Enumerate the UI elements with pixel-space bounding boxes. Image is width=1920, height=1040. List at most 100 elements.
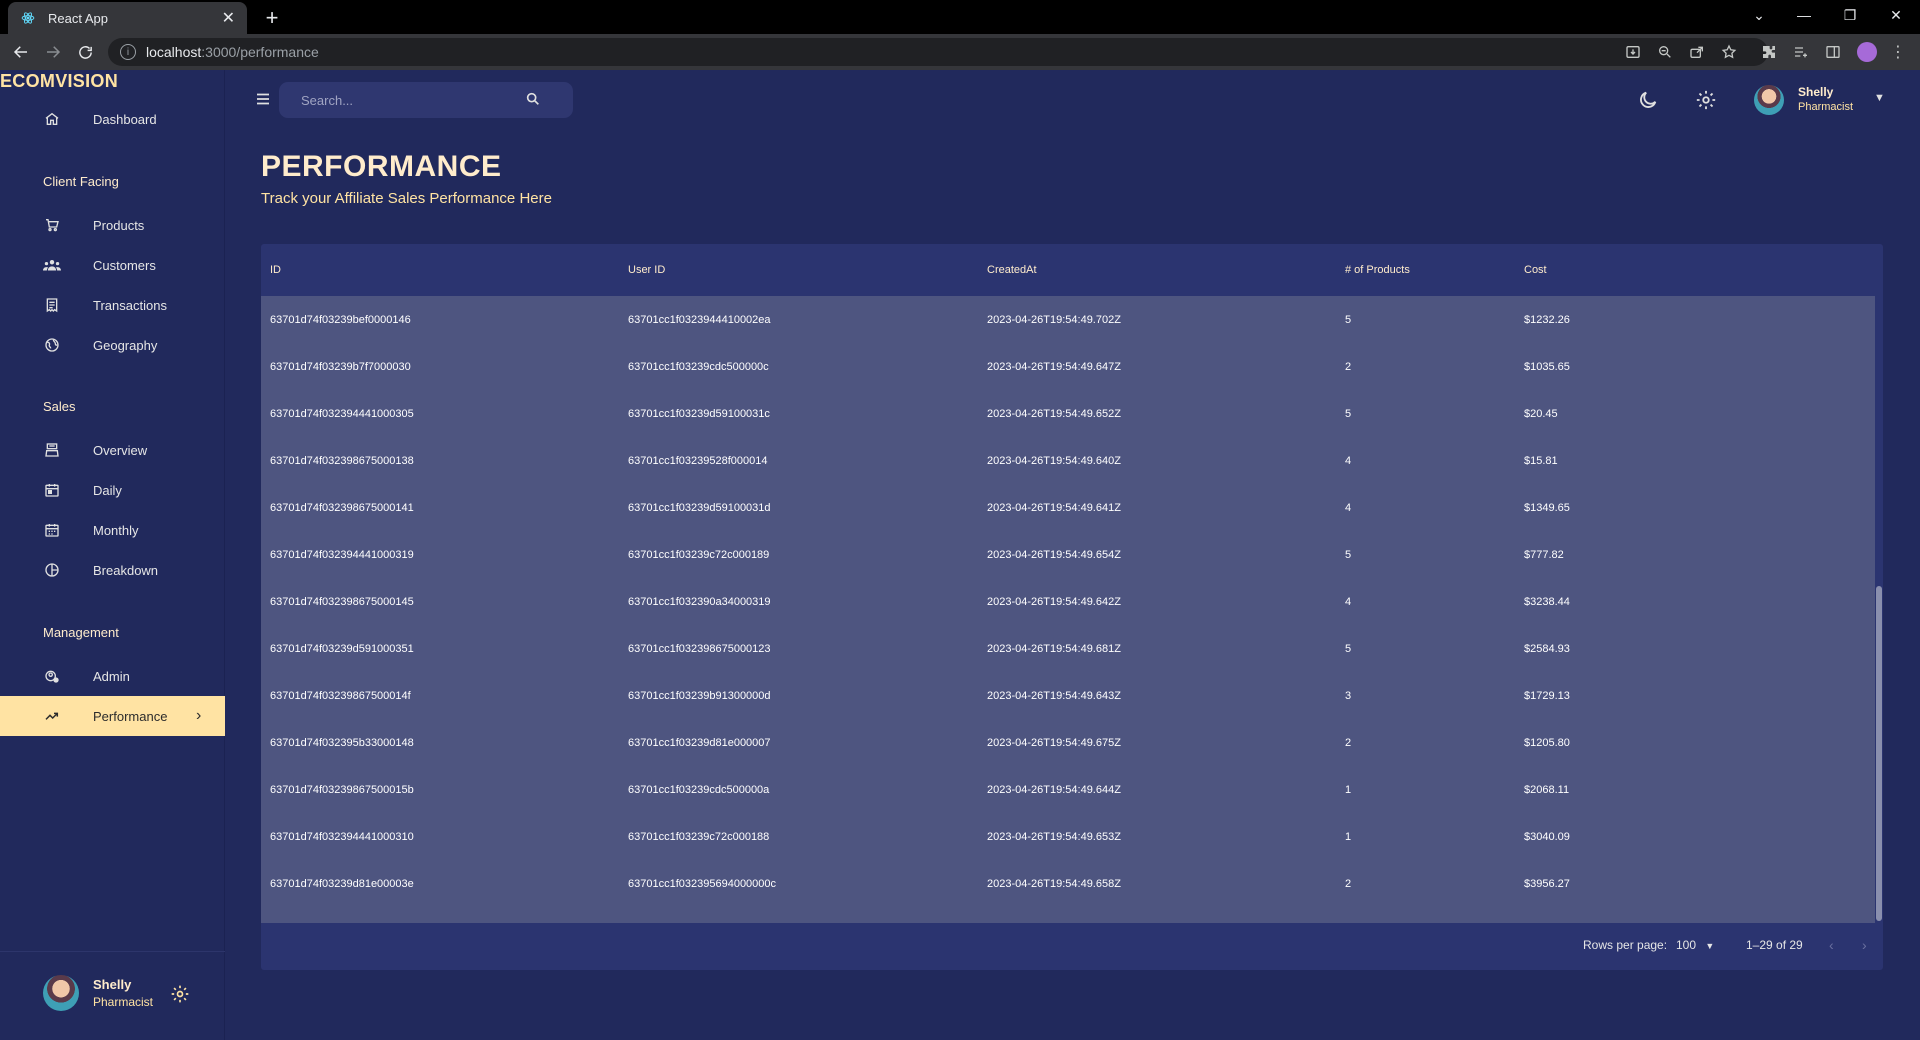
sidebar-item-daily[interactable]: Daily xyxy=(0,470,225,510)
table-row[interactable]: 63701d74f03239bef0000146 63701cc1f0323944… xyxy=(261,296,1875,343)
cell-cost: $20.45 xyxy=(1524,407,1558,420)
rows-per-page-label: Rows per page: xyxy=(1583,938,1668,952)
column-header-user-id[interactable]: User ID xyxy=(628,244,665,296)
section-heading-management: Management xyxy=(43,625,119,640)
dark-mode-moon-icon[interactable] xyxy=(1637,89,1659,111)
share-icon[interactable] xyxy=(1688,43,1706,61)
table-row[interactable]: 63701d74f032394441000310 63701cc1f03239c7… xyxy=(261,813,1875,860)
table-row[interactable]: 63701d74f032398675000145 63701cc1f032390a… xyxy=(261,578,1875,625)
cell-cost: $1232.26 xyxy=(1524,313,1570,326)
pie-chart-icon xyxy=(43,561,61,579)
table-row[interactable]: 63701d74f03239867500015b 63701cc1f03239cd… xyxy=(261,766,1875,813)
cell-created-at: 2023-04-26T19:54:49.652Z xyxy=(987,407,1121,420)
cell-id: 63701d74f03239bef0000146 xyxy=(270,313,411,326)
cell-cost: $1729.13 xyxy=(1524,689,1570,702)
cell-created-at: 2023-04-26T19:54:49.641Z xyxy=(987,501,1121,514)
sidebar-item-overview[interactable]: Overview xyxy=(0,430,225,470)
divider xyxy=(0,951,225,952)
cell-user-id: 63701cc1f0323944410002ea xyxy=(628,313,771,326)
next-page-icon[interactable]: › xyxy=(1862,937,1867,953)
cell-products: 2 xyxy=(1345,877,1352,890)
url-path: :3000/performance xyxy=(201,44,319,60)
site-info-icon[interactable]: i xyxy=(120,44,136,60)
cell-products: 4 xyxy=(1345,501,1352,514)
cell-user-id: 63701cc1f03239d59100031d xyxy=(628,501,771,514)
browser-menu-icon[interactable]: ⋮ xyxy=(1889,43,1907,61)
table-row[interactable]: 63701d74f03239b7f7000030 63701cc1f03239cd… xyxy=(261,343,1875,390)
topbar-user-role: Pharmacist xyxy=(1798,101,1854,113)
close-window-button[interactable]: ✕ xyxy=(1874,0,1918,30)
settings-icon[interactable] xyxy=(1695,89,1717,111)
receipt-icon xyxy=(43,296,61,314)
sidebar-item-geography[interactable]: Geography xyxy=(0,325,225,365)
table-row[interactable]: 63701d74f032394441000319 63701cc1f03239c7… xyxy=(261,531,1875,578)
column-header-created-at[interactable]: CreatedAt xyxy=(987,244,1037,296)
chevron-down-icon[interactable]: ▼ xyxy=(1874,92,1885,104)
install-icon[interactable] xyxy=(1624,43,1642,61)
side-panel-icon[interactable] xyxy=(1824,43,1842,61)
minimize-button[interactable]: — xyxy=(1782,0,1826,30)
restore-button[interactable]: ❐ xyxy=(1828,0,1872,30)
avatar[interactable] xyxy=(1754,85,1784,115)
search-icon[interactable] xyxy=(525,91,543,109)
cell-id: 63701d74f03239867500014f xyxy=(270,689,411,702)
table-row[interactable]: 63701d74f03239867500014f 63701cc1f03239b9… xyxy=(261,672,1875,719)
address-bar[interactable]: i localhost:3000/performance xyxy=(108,38,1768,66)
back-icon[interactable] xyxy=(8,39,34,65)
zoom-icon[interactable] xyxy=(1656,43,1674,61)
cell-cost: $3238.44 xyxy=(1524,595,1570,608)
cell-products: 2 xyxy=(1345,360,1352,373)
rows-per-page-select[interactable]: 100 ▼ xyxy=(1676,938,1714,952)
cell-id: 63701d74f032398675000138 xyxy=(270,454,414,467)
sidebar-item-monthly[interactable]: Monthly xyxy=(0,510,225,550)
sidebar-item-performance[interactable]: Performance › xyxy=(0,696,225,736)
forward-icon[interactable] xyxy=(40,39,66,65)
sidebar-item-transactions[interactable]: Transactions xyxy=(0,285,225,325)
bookmark-star-icon[interactable] xyxy=(1720,43,1738,61)
reading-list-icon[interactable] xyxy=(1792,43,1810,61)
sidebar-item-products[interactable]: Products xyxy=(0,205,225,245)
search-input[interactable] xyxy=(301,92,521,108)
table-row[interactable]: 63701d74f032395b33000148 63701cc1f03239d8… xyxy=(261,719,1875,766)
cell-id: 63701d74f03239867500015b xyxy=(270,783,414,796)
previous-page-icon[interactable]: ‹ xyxy=(1829,937,1834,953)
url-host: localhost xyxy=(146,44,202,60)
settings-gear-icon[interactable] xyxy=(170,984,190,1004)
column-header-products[interactable]: # of Products xyxy=(1345,244,1410,296)
extensions-icon[interactable] xyxy=(1760,43,1778,61)
menu-icon[interactable] xyxy=(254,90,272,108)
avatar[interactable] xyxy=(43,975,79,1011)
calendar-day-icon xyxy=(43,481,61,499)
cell-products: 5 xyxy=(1345,642,1352,655)
sidebar-item-customers[interactable]: Customers xyxy=(0,245,225,285)
tab-search-icon[interactable]: ⌄ xyxy=(1737,0,1781,30)
table-scrollbar[interactable] xyxy=(1875,296,1883,923)
table-row[interactable]: 63701d74f03239d591000351 63701cc1f0323986… xyxy=(261,625,1875,672)
table-row[interactable]: 63701d74f032398675000141 63701cc1f03239d5… xyxy=(261,484,1875,531)
close-tab-icon[interactable]: ✕ xyxy=(222,8,235,28)
groups-icon xyxy=(43,256,61,274)
table-body: 63701d74f03239bef0000146 63701cc1f0323944… xyxy=(261,296,1875,923)
sidebar-item-label: Overview xyxy=(93,442,148,458)
column-header-id[interactable]: ID xyxy=(270,244,281,296)
scrollbar-thumb[interactable] xyxy=(1876,586,1882,921)
sidebar-item-dashboard[interactable]: Dashboard xyxy=(0,99,225,139)
cell-created-at: 2023-04-26T19:54:49.653Z xyxy=(987,830,1121,843)
table-row[interactable]: 63701d74f03239d81e00003e 63701cc1f0323956… xyxy=(261,860,1875,907)
table-row[interactable]: 63701d74f032394441000305 63701cc1f03239d5… xyxy=(261,390,1875,437)
cell-products: 4 xyxy=(1345,454,1352,467)
sidebar-item-breakdown[interactable]: Breakdown xyxy=(0,550,225,590)
search-bar xyxy=(279,82,573,118)
reload-icon[interactable] xyxy=(72,39,98,65)
browser-tab[interactable]: React App ✕ xyxy=(8,2,247,34)
browser-profile-avatar[interactable] xyxy=(1857,42,1877,62)
new-tab-button[interactable]: + xyxy=(258,4,286,32)
trending-up-icon xyxy=(43,707,61,725)
cell-user-id: 63701cc1f03239c72c000189 xyxy=(628,548,770,561)
column-header-cost[interactable]: Cost xyxy=(1524,244,1547,296)
section-heading-sales: Sales xyxy=(43,399,76,414)
sidebar-item-admin[interactable]: Admin xyxy=(0,656,225,696)
cell-created-at: 2023-04-26T19:54:49.654Z xyxy=(987,548,1121,561)
table-row[interactable]: 63701d74f032398675000138 63701cc1f0323952… xyxy=(261,437,1875,484)
cell-cost: $777.82 xyxy=(1524,548,1564,561)
